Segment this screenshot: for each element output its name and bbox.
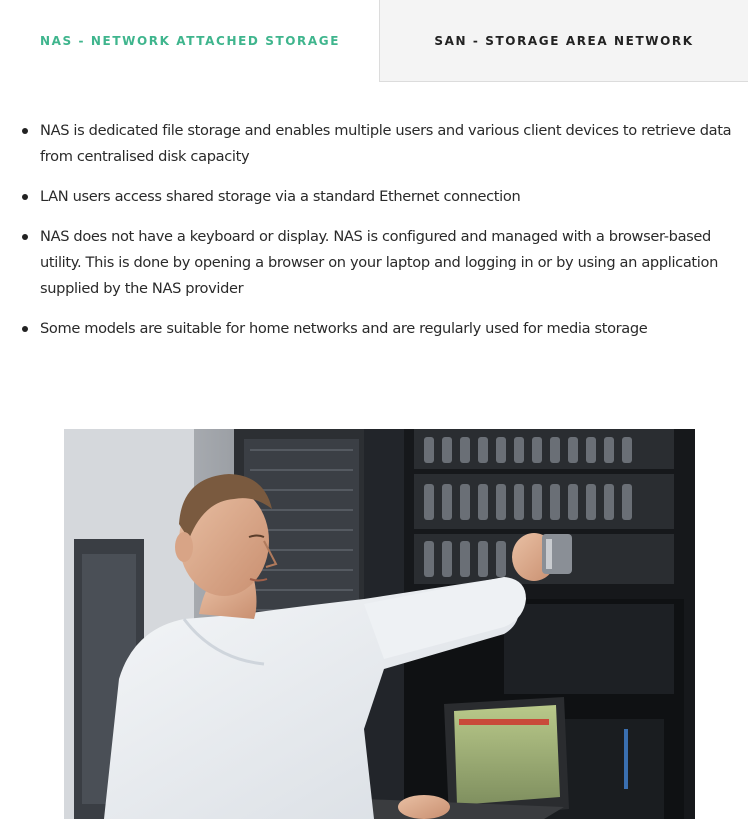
- list-item-text: LAN users access shared storage via a st…: [40, 188, 521, 205]
- bullet-icon: [22, 194, 28, 200]
- nas-feature-list: NAS is dedicated file storage and enable…: [0, 118, 748, 342]
- list-item: LAN users access shared storage via a st…: [0, 184, 748, 210]
- tab-san-label: SAN - STORAGE AREA NETWORK: [434, 33, 694, 48]
- list-item-text: NAS does not have a keyboard or display.…: [40, 228, 718, 297]
- technician-server-photo: [64, 429, 695, 819]
- list-item: Some models are suitable for home networ…: [0, 316, 748, 342]
- tab-nas[interactable]: NAS - NETWORK ATTACHED STORAGE: [0, 0, 380, 81]
- bullet-icon: [22, 128, 28, 134]
- list-item-text: NAS is dedicated file storage and enable…: [40, 122, 732, 165]
- bullet-icon: [22, 234, 28, 240]
- list-item: NAS is dedicated file storage and enable…: [0, 118, 748, 170]
- tab-content: NAS is dedicated file storage and enable…: [0, 118, 748, 356]
- tab-nas-label: NAS - NETWORK ATTACHED STORAGE: [40, 33, 341, 48]
- tab-san[interactable]: SAN - STORAGE AREA NETWORK: [379, 0, 748, 82]
- bullet-icon: [22, 326, 28, 332]
- storage-tabs: NAS - NETWORK ATTACHED STORAGE SAN - STO…: [0, 0, 748, 82]
- list-item-text: Some models are suitable for home networ…: [40, 320, 648, 337]
- list-item: NAS does not have a keyboard or display.…: [0, 224, 748, 302]
